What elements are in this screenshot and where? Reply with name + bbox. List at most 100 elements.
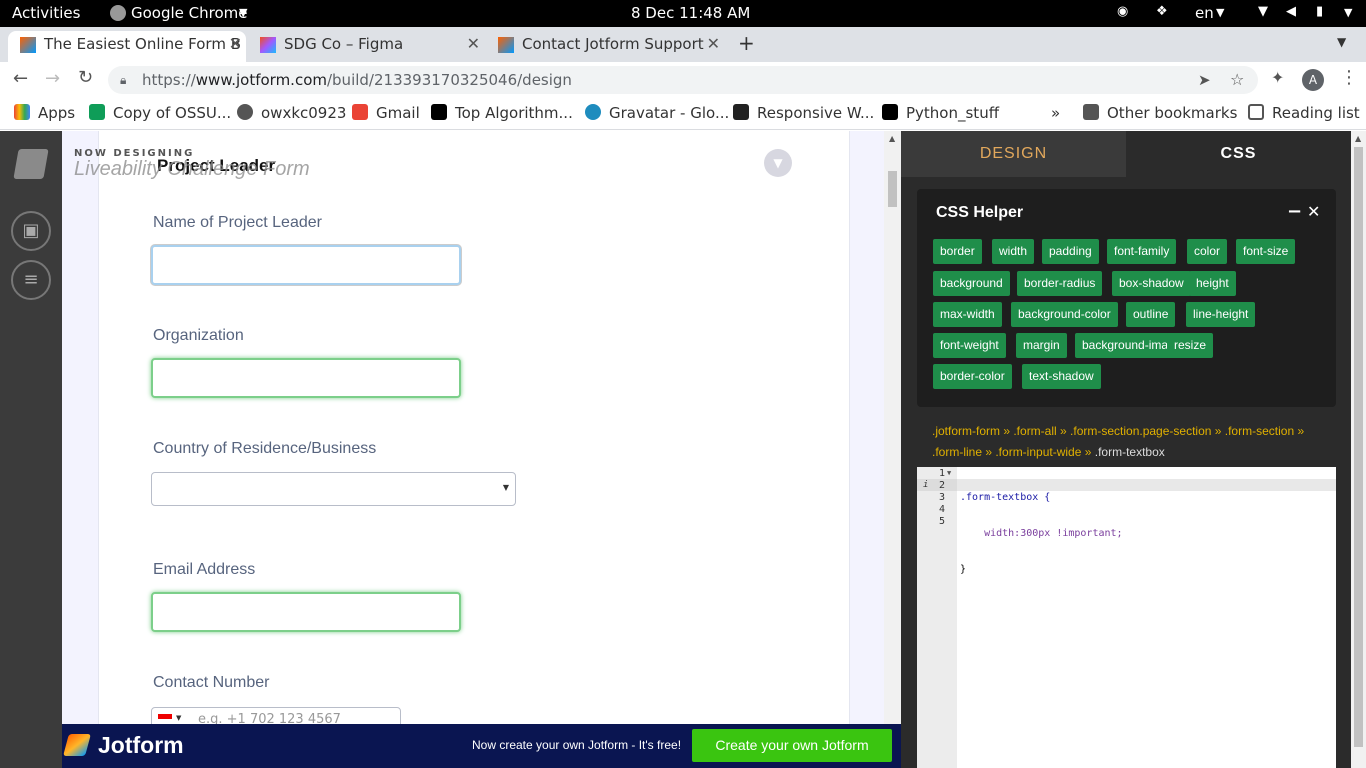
wifi-icon[interactable]: ▼ [1258, 4, 1268, 19]
scroll-up-icon[interactable]: ▲ [889, 134, 895, 143]
reading-list[interactable]: Reading list [1248, 104, 1360, 122]
tab-jotform-builder[interactable]: The Easiest Online Form B ✕ [8, 31, 246, 62]
css-chip[interactable]: outline [1126, 302, 1176, 327]
menu-icon[interactable]: ≡ [11, 260, 51, 300]
css-chip[interactable]: color [1187, 239, 1228, 264]
scrollbar-thumb[interactable] [1354, 147, 1363, 747]
organization-input[interactable] [151, 358, 461, 398]
avatar[interactable]: A [1302, 69, 1324, 91]
css-chip[interactable]: text-shadow [1022, 364, 1101, 389]
fold-icon[interactable]: ▼ [947, 469, 951, 477]
menu-kebab-icon[interactable]: ⋮ [1340, 67, 1358, 88]
css-chip[interactable]: line-height [1186, 302, 1256, 327]
contact-number-input[interactable]: ▼ e.g. +1 702 123 4567 [151, 707, 401, 724]
app-menu-label[interactable]: Google Chrome [131, 4, 248, 22]
tab-search-icon[interactable]: ▼ [1337, 35, 1346, 49]
field-label: Name of Project Leader [153, 214, 322, 231]
selector-breadcrumb[interactable]: .jotform-form » .form-all » .form-sectio… [932, 421, 1322, 463]
chevron-down-icon: ▼ [176, 714, 182, 722]
project-leader-name-input[interactable] [151, 245, 461, 285]
back-icon[interactable]: ← [13, 68, 28, 89]
tab-title: SDG Co – Figma [284, 35, 404, 53]
bookmark-ossu[interactable]: Copy of OSSU... [89, 104, 231, 122]
sheets-icon [89, 104, 105, 120]
email-input[interactable] [151, 592, 461, 632]
jotform-favicon-icon [20, 37, 36, 53]
css-chip[interactable]: border [933, 239, 982, 264]
save-icon[interactable]: ▣ [11, 211, 51, 251]
promo-text: Now create your own Jotform - It's free! [472, 738, 682, 752]
css-chip[interactable]: border-color [933, 364, 1012, 389]
volume-icon[interactable]: ◀ [1286, 4, 1296, 19]
battery-icon[interactable]: ▮ [1316, 4, 1323, 19]
css-chip[interactable]: font-size [1236, 239, 1296, 264]
css-code-editor[interactable]: i 1 2 3 4 5 ▼ .form-textbox { width:300p… [917, 467, 1336, 768]
css-chip[interactable]: box-shadow [1112, 271, 1191, 296]
bookmark-other[interactable]: Other bookmarks [1083, 104, 1237, 122]
jotform-logo-icon[interactable] [13, 149, 49, 179]
dropbox-icon[interactable]: ❖ [1156, 4, 1168, 19]
tab-figma[interactable]: SDG Co – Figma ✕ [248, 31, 484, 62]
country-select[interactable]: ▼ [151, 472, 516, 506]
css-chip[interactable]: resize [1167, 333, 1214, 358]
reload-icon[interactable]: ↻ [78, 67, 93, 88]
breadcrumb-line: .jotform-form » .form-all » .form-sectio… [932, 424, 1305, 438]
panel-tabs: DESIGN CSS [901, 131, 1351, 177]
collapse-section-icon[interactable]: ▼ [764, 149, 792, 177]
close-icon[interactable]: ✕ [1307, 202, 1320, 221]
close-icon[interactable]: ✕ [229, 31, 242, 57]
css-chip[interactable]: width [992, 239, 1035, 264]
bookmark-apps[interactable]: Apps [14, 104, 75, 122]
bookmark-algorithms[interactable]: Top Algorithm... [431, 104, 573, 122]
css-chip[interactable]: font-weight [933, 333, 1006, 358]
discord-icon[interactable]: ◉ [1117, 4, 1128, 19]
bookmarks-overflow[interactable]: » [1051, 104, 1060, 122]
scroll-up-icon[interactable]: ▲ [1355, 134, 1361, 143]
close-icon[interactable]: ✕ [467, 31, 480, 57]
clock[interactable]: 8 Dec 11:48 AM [631, 4, 750, 22]
new-tab-icon[interactable]: + [738, 31, 755, 55]
contact-number-placeholder: e.g. +1 702 123 4567 [198, 712, 341, 724]
code-line: } [960, 564, 967, 575]
css-chip[interactable]: padding [1042, 239, 1099, 264]
tab-css[interactable]: CSS [1126, 131, 1351, 177]
panel-scrollbar[interactable]: ▲ [1351, 131, 1366, 768]
tab-jotform-support[interactable]: Contact Jotform Support ✕ [486, 31, 724, 62]
css-chip[interactable]: margin [1016, 333, 1067, 358]
extensions-icon[interactable]: ✦ [1271, 68, 1284, 87]
styles-panel: DESIGN CSS CSS Helper − ✕ border width p… [901, 131, 1366, 768]
css-chip[interactable]: font-family [1107, 239, 1177, 264]
code-content: .form-textbox { width:300px !important; … [960, 468, 1123, 648]
tab-design[interactable]: DESIGN [901, 131, 1126, 177]
tab-title: The Easiest Online Form B [44, 35, 242, 53]
address-bar[interactable]: 🔒︎ https://www.jotform.com/build/2133931… [108, 66, 1258, 94]
url-scheme: https:// [142, 71, 196, 89]
scrollbar-thumb[interactable] [888, 171, 897, 207]
language-indicator[interactable]: en [1195, 4, 1214, 22]
bookmark-responsive[interactable]: Responsive W... [733, 104, 874, 122]
css-chip[interactable]: background [933, 271, 1010, 296]
bookmark-python[interactable]: Python_stuff [882, 104, 999, 122]
css-chip[interactable]: background-color [1011, 302, 1118, 327]
css-chip[interactable]: max-width [933, 302, 1002, 327]
bookmark-gravatar[interactable]: Gravatar - Glo... [585, 104, 729, 122]
chevron-down-icon: ▼ [1344, 6, 1353, 19]
activities-button[interactable]: Activities [12, 4, 80, 22]
field-label: Country of Residence/Business [153, 440, 377, 457]
css-helper: CSS Helper − ✕ border width padding font… [917, 189, 1336, 407]
bookmark-owxkc[interactable]: owxkc0923 [237, 104, 346, 122]
css-chip[interactable]: height [1189, 271, 1236, 296]
bookmark-star-icon[interactable]: ☆ [1230, 66, 1244, 94]
editor-gutter: i 1 2 3 4 5 ▼ [917, 467, 957, 768]
close-icon[interactable]: ✕ [707, 31, 720, 57]
builder-sidebar: ▣ ≡ [0, 131, 62, 768]
minimize-icon[interactable]: − [1287, 201, 1302, 222]
bookmark-gmail[interactable]: Gmail [352, 104, 420, 122]
chrome-icon [110, 5, 126, 21]
forward-icon[interactable]: → [45, 68, 60, 89]
send-icon[interactable]: ➤ [1198, 66, 1211, 94]
canvas-scrollbar[interactable]: ▲ [884, 131, 901, 724]
css-chip[interactable]: border-radius [1017, 271, 1103, 296]
jotform-favicon-icon [498, 37, 514, 53]
create-jotform-button[interactable]: Create your own Jotform [692, 729, 892, 762]
